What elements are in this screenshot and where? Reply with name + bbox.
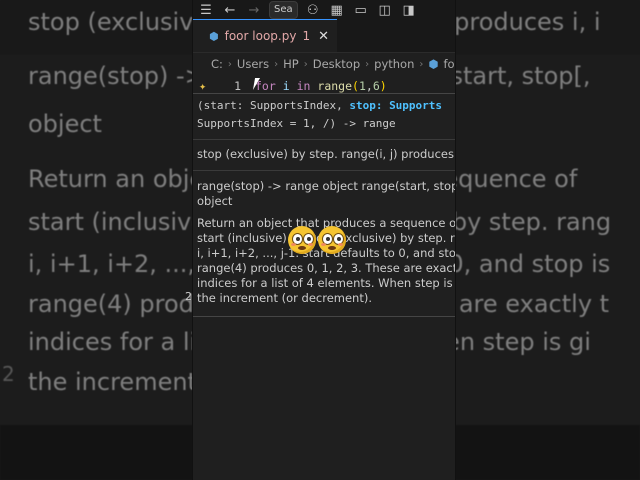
- forward-arrow-icon[interactable]: →: [245, 2, 263, 18]
- background-line: object: [28, 110, 102, 138]
- sidebar-toggle-icon[interactable]: ◨: [400, 2, 418, 18]
- code-bracket: ): [379, 79, 387, 93]
- emoji-overlay: [288, 226, 346, 254]
- signature-part: SupportsIndex = 1, /) -> range: [197, 117, 396, 130]
- python-file-icon: ⬢: [428, 57, 439, 71]
- doc-text: object: [197, 194, 233, 208]
- breadcrumb-item[interactable]: foo: [443, 57, 455, 71]
- code-comma: ,: [365, 79, 373, 93]
- code-function: range: [317, 79, 353, 93]
- code-number: 6: [372, 79, 380, 93]
- split-icon[interactable]: ◫: [376, 2, 394, 18]
- chevron-right-icon: ›: [303, 58, 308, 70]
- tab-problem-count: 1: [302, 29, 311, 43]
- code-keyword: in: [296, 79, 311, 93]
- breadcrumb-item[interactable]: python: [374, 57, 414, 71]
- breadcrumb: C: › Users › HP › Desktop › python › ⬢ f…: [193, 53, 455, 75]
- sparkle-icon[interactable]: ✦: [193, 79, 221, 93]
- doc-text: the increment (or decrement).: [197, 291, 372, 305]
- background-gutter-number: 2: [2, 362, 15, 386]
- layout-icon[interactable]: ▦: [328, 2, 346, 18]
- signature-active-param: stop: Supports: [349, 99, 443, 112]
- python-file-icon: ⬢: [209, 29, 219, 43]
- chevron-right-icon: ›: [274, 58, 279, 70]
- doc-text: range(4) produces 0, 1, 2, 3. These are …: [197, 261, 455, 275]
- flushed-face-emoji-icon: [318, 226, 346, 254]
- line-number: 1: [234, 79, 241, 93]
- breadcrumb-item[interactable]: HP: [283, 57, 299, 71]
- code-variable: i: [282, 79, 290, 93]
- chevron-right-icon: ›: [419, 58, 424, 70]
- hover-tooltip: (start: SupportsIndex, stop: Supports Su…: [193, 93, 455, 317]
- doc-text: indices for a list of 4 elements. When s…: [197, 276, 455, 290]
- chevron-right-icon: ›: [227, 58, 232, 70]
- breadcrumb-item[interactable]: Desktop: [313, 57, 360, 71]
- signature-part: (start: SupportsIndex,: [197, 99, 350, 112]
- breadcrumb-item[interactable]: Users: [237, 57, 269, 71]
- flushed-face-emoji-icon: [288, 226, 316, 254]
- code-number: 1: [358, 79, 366, 93]
- doc-text: range(stop) -> range object range(start,…: [197, 179, 455, 193]
- toggle-panel-icon[interactable]: ▭: [352, 2, 370, 18]
- titlebar: ☰ ← → Sea ⚇ ▦ ▭ ◫ ◨: [193, 0, 455, 20]
- breadcrumb-item[interactable]: C:: [211, 57, 223, 71]
- back-arrow-icon[interactable]: ←: [221, 2, 239, 18]
- doc-text: stop (exclusive) by step. range(i, j) pr…: [193, 140, 455, 171]
- tab-label: foor loop.py: [224, 29, 297, 43]
- copilot-icon[interactable]: ⚇: [304, 2, 322, 18]
- menu-icon[interactable]: ☰: [197, 2, 215, 18]
- search-box[interactable]: Sea: [269, 1, 298, 19]
- chevron-right-icon: ›: [365, 58, 370, 70]
- editor-tabs: ⬢ foor loop.py 1 ✕: [193, 19, 455, 53]
- code-bracket: (: [352, 79, 359, 93]
- tab-foor-loop[interactable]: ⬢ foor loop.py 1 ✕: [193, 19, 337, 52]
- gutter-marker: 2: [185, 290, 192, 303]
- signature: (start: SupportsIndex, stop: Supports Su…: [193, 94, 455, 140]
- close-icon[interactable]: ✕: [318, 29, 329, 44]
